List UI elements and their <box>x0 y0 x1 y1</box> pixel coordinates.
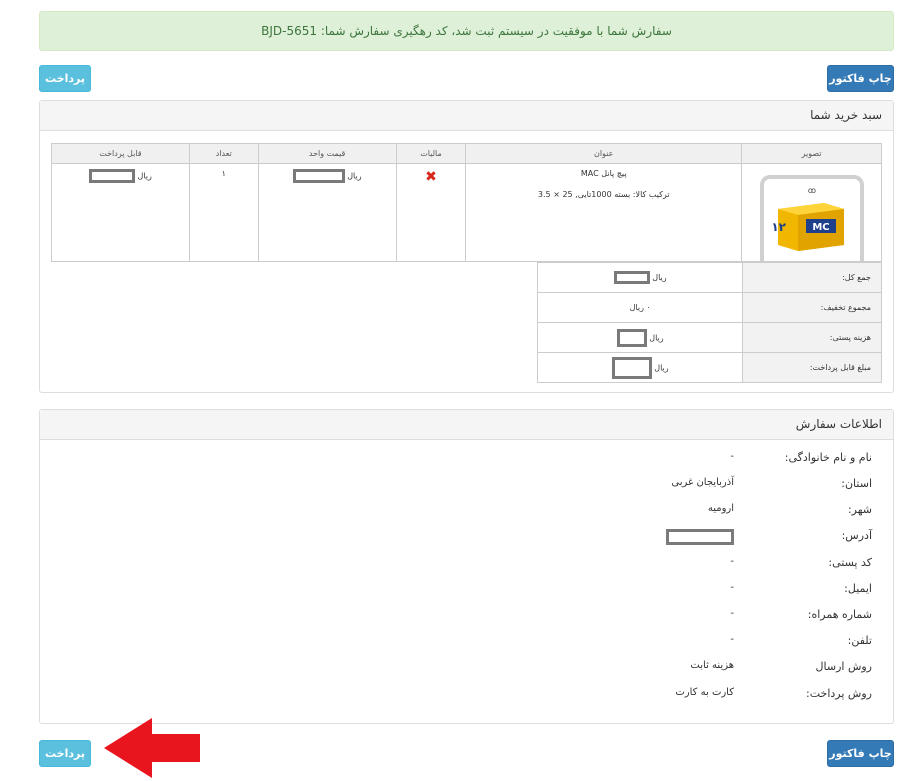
payable-label: مبلغ قابل پرداخت: <box>742 352 882 383</box>
info-value: - <box>730 451 734 462</box>
cart-panel: سبد خرید شما قابل پرداخت تعداد قیمت واحد… <box>39 100 894 393</box>
header-tax: مالیات <box>395 143 467 164</box>
info-label: استان: <box>841 477 872 490</box>
redacted-amount <box>88 169 135 183</box>
info-label: شهر: <box>847 503 872 516</box>
discount-value: ۰ ریال <box>536 292 744 323</box>
order-info-title: اطلاعات سفارش <box>40 410 893 440</box>
svg-text:۱۲: ۱۲ <box>771 220 786 234</box>
info-row-postal-code: کد پستی: - <box>40 556 872 582</box>
info-value: هزینه ثابت <box>690 660 734 671</box>
info-value: - <box>730 556 734 567</box>
info-row-shipping-method: روش ارسال هزینه ثابت <box>40 660 872 686</box>
info-label: کد پستی: <box>828 556 872 569</box>
cell-tax: ✖ <box>395 163 467 262</box>
info-row-phone: تلفن: - <box>40 634 872 660</box>
cell-title: پیچ پانل MAC ترکیب کالا: بسته 1000تایی, … <box>465 163 743 262</box>
info-value: - <box>730 582 734 593</box>
header-image: تصویر <box>741 143 882 164</box>
total-label: جمع کل: <box>742 262 882 293</box>
cell-qty: ۱ <box>188 163 259 262</box>
discount-label: مجموع تخفیف: <box>742 292 882 323</box>
total-value: ریال <box>536 262 744 293</box>
info-label: شماره همراه: <box>807 608 872 621</box>
print-invoice-button-top[interactable]: چاپ فاکتور <box>827 65 894 92</box>
info-label: روش پرداخت: <box>806 687 872 700</box>
success-alert: سفارش شما با موفقیت در سیستم ثبت شد، کد … <box>39 11 894 51</box>
info-row-address: آدرس: <box>40 529 872 555</box>
pay-button-bottom[interactable]: پرداخت <box>39 740 91 767</box>
header-qty: تعداد <box>188 143 259 164</box>
cart-panel-title: سبد خرید شما <box>40 101 893 131</box>
totals-row: ریال جمع کل: <box>536 262 882 293</box>
red-arrow-icon <box>104 718 200 778</box>
info-label: نام و نام خانوادگی: <box>784 451 872 464</box>
totals-row: ریال هزینه پستی: <box>536 322 882 353</box>
print-invoice-button-bottom[interactable]: چاپ فاکتور <box>827 740 894 767</box>
totals-row: ۰ ریال مجموع تخفیف: <box>536 292 882 323</box>
cell-image: ꝏ MC ۱۲ <box>741 163 882 262</box>
info-value: - <box>730 608 734 619</box>
cart-table: قابل پرداخت تعداد قیمت واحد مالیات عنوان… <box>51 143 882 262</box>
shipping-value: ریال <box>536 322 744 353</box>
cell-unit-price: ریال <box>257 163 397 262</box>
header-unit-price: قیمت واحد <box>257 143 397 164</box>
payable-currency: ریال <box>137 171 152 181</box>
info-value: کارت به کارت <box>675 687 734 698</box>
header-title: عنوان <box>465 143 743 164</box>
info-value <box>554 529 734 545</box>
info-label: آدرس: <box>841 529 872 542</box>
cell-payable: ریال <box>51 163 190 262</box>
info-row-city: شهر: ارومیه <box>40 503 872 529</box>
unit-price-currency: ریال <box>347 171 362 181</box>
x-icon: ✖ <box>425 169 437 185</box>
info-label: تلفن: <box>847 634 872 647</box>
info-value: - <box>730 634 734 645</box>
product-box-icon: ꝏ MC ۱۲ <box>771 186 844 251</box>
product-image[interactable]: ꝏ MC ۱۲ <box>759 175 864 261</box>
redacted-amount <box>292 169 345 183</box>
payable-value: ریال <box>536 352 744 383</box>
redacted-address <box>666 529 734 545</box>
svg-text:MC: MC <box>812 222 829 233</box>
cart-header-row: قابل پرداخت تعداد قیمت واحد مالیات عنوان… <box>51 143 882 164</box>
info-row-fullname: نام و نام خانوادگی: - <box>40 451 872 477</box>
info-row-mobile: شماره همراه: - <box>40 608 872 634</box>
info-label: ایمیل: <box>844 582 872 595</box>
info-row-payment-method: روش پرداخت: کارت به کارت <box>40 687 872 713</box>
header-payable: قابل پرداخت <box>51 143 190 164</box>
info-row-email: ایمیل: - <box>40 582 872 608</box>
svg-text:ꝏ: ꝏ <box>807 186 815 195</box>
info-label: روش ارسال <box>815 660 872 673</box>
totals-table: ریال جمع کل: ۰ ریال مجموع تخفیف: ریال هز… <box>536 262 882 383</box>
shipping-label: هزینه پستی: <box>742 322 882 353</box>
product-name[interactable]: پیچ پانل MAC <box>466 169 741 178</box>
cart-item-row: ریال ۱ ریال ✖ پیچ پانل MAC ترکیب کالا: ب… <box>51 163 882 262</box>
totals-row: ریال مبلغ قابل پرداخت: <box>536 352 882 383</box>
product-composition: ترکیب کالا: بسته 1000تایی, 25 × 3.5 <box>537 190 670 199</box>
info-value: ارومیه <box>707 503 734 514</box>
info-value: آذربایجان غربی <box>671 477 734 488</box>
info-row-province: استان: آذربایجان غربی <box>40 477 872 503</box>
pay-button-top[interactable]: پرداخت <box>39 65 91 92</box>
